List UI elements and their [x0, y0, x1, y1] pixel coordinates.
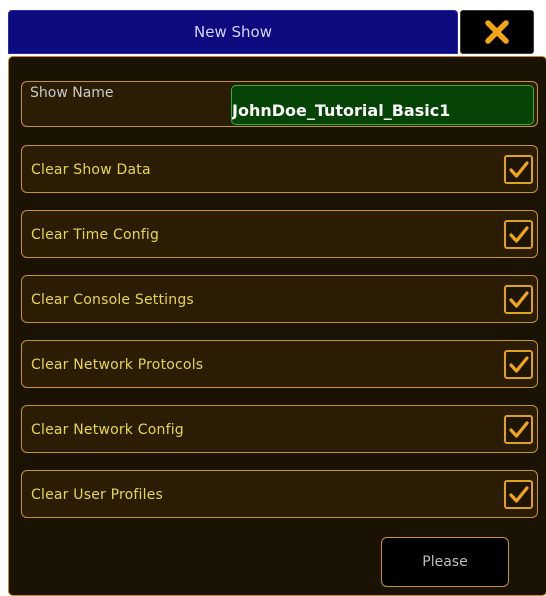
- dialog-title: New Show: [194, 23, 272, 41]
- option-row-clear-network-protocols[interactable]: Clear Network Protocols: [21, 340, 538, 388]
- close-button[interactable]: [460, 10, 534, 54]
- option-row-clear-time-config[interactable]: Clear Time Config: [21, 210, 538, 258]
- option-label: Clear Network Config: [31, 422, 184, 438]
- close-x-icon: [485, 20, 509, 44]
- option-row-clear-network-config[interactable]: Clear Network Config: [21, 405, 538, 453]
- checkmark-icon: [508, 160, 529, 178]
- please-button[interactable]: Please: [381, 537, 509, 587]
- option-row-clear-show-data[interactable]: Clear Show Data: [21, 145, 538, 193]
- option-row-clear-console-settings[interactable]: Clear Console Settings: [21, 275, 538, 323]
- clear-network-config-checkbox[interactable]: [504, 415, 533, 444]
- checkmark-icon: [508, 355, 529, 373]
- checkmark-icon: [508, 225, 529, 243]
- clear-network-protocols-checkbox[interactable]: [504, 350, 533, 379]
- clear-console-settings-checkbox[interactable]: [504, 285, 533, 314]
- checkmark-icon: [508, 485, 529, 503]
- checkmark-icon: [508, 420, 529, 438]
- clear-user-profiles-checkbox[interactable]: [504, 480, 533, 509]
- dialog-title-bar: New Show: [8, 10, 458, 54]
- option-label: Clear Time Config: [31, 227, 160, 243]
- clear-time-config-checkbox[interactable]: [504, 220, 533, 249]
- dialog-body: Show Name JohnDoe_Tutorial_Basic1 Clear …: [8, 56, 546, 596]
- option-label: Clear Console Settings: [31, 292, 194, 308]
- please-button-label: Please: [422, 554, 468, 570]
- option-label: Clear User Profiles: [31, 487, 164, 503]
- option-row-clear-user-profiles[interactable]: Clear User Profiles: [21, 470, 538, 518]
- checkmark-icon: [508, 290, 529, 308]
- option-label: Clear Network Protocols: [31, 357, 204, 373]
- clear-show-data-checkbox[interactable]: [504, 155, 533, 184]
- new-show-dialog: New Show Show Name JohnDoe_Tutorial_Basi…: [0, 0, 546, 596]
- show-name-label: Show Name: [30, 85, 114, 101]
- option-label: Clear Show Data: [31, 162, 151, 178]
- show-name-input[interactable]: JohnDoe_Tutorial_Basic1: [231, 85, 534, 125]
- show-name-row: Show Name JohnDoe_Tutorial_Basic1: [21, 81, 538, 127]
